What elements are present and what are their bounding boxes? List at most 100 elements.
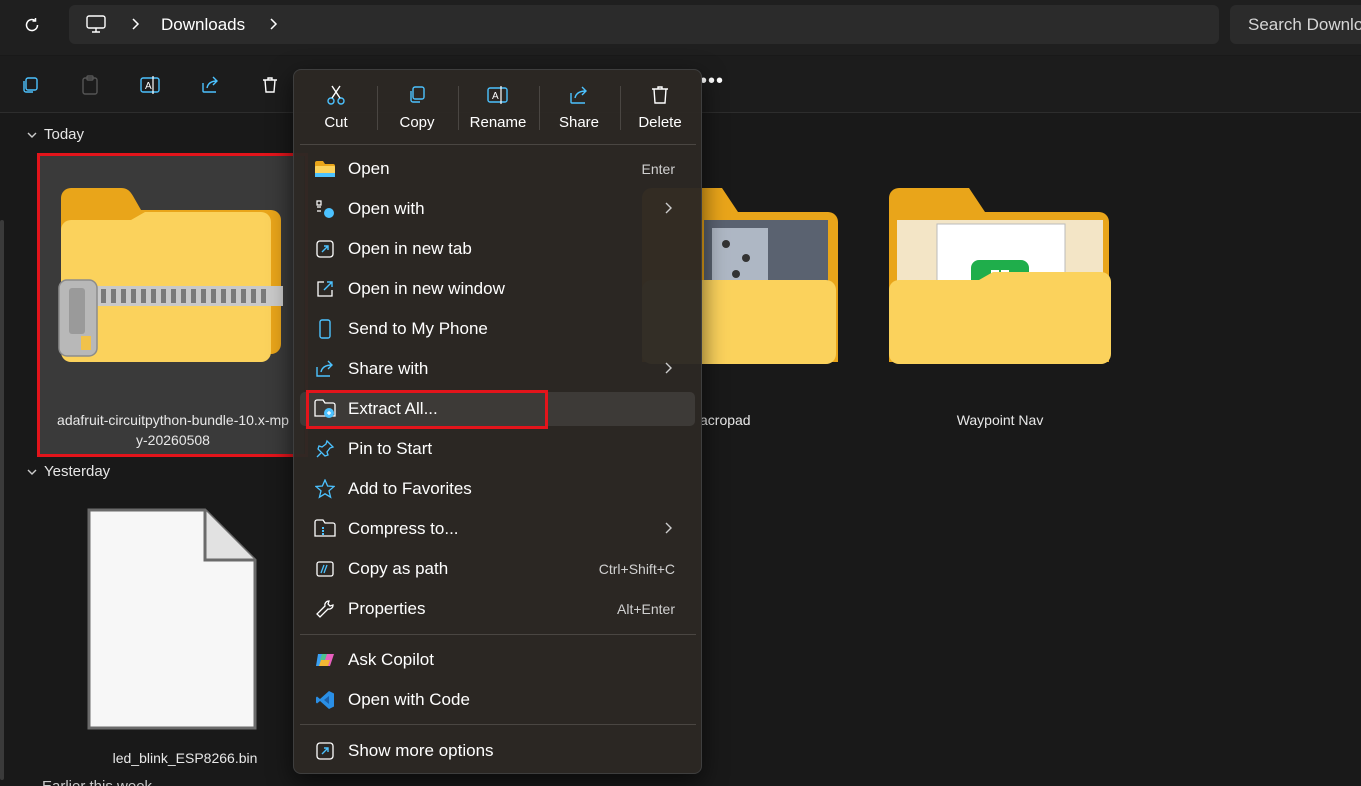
menu-item-properties[interactable]: Properties Alt+Enter bbox=[300, 592, 695, 626]
cut-label: Cut bbox=[324, 114, 348, 131]
menu-item-show-more-options[interactable]: Show more options bbox=[300, 734, 695, 768]
svg-text:A: A bbox=[145, 81, 152, 92]
trash-icon bbox=[263, 77, 277, 93]
scissors-icon bbox=[327, 85, 345, 105]
menu-item-label: Copy as path bbox=[348, 559, 449, 578]
rename-toolbar-button[interactable]: A bbox=[137, 72, 163, 98]
divider bbox=[300, 724, 696, 725]
document-icon bbox=[87, 508, 257, 730]
delete-toolbar-button[interactable] bbox=[257, 72, 283, 98]
paste-icon bbox=[82, 75, 98, 95]
address-bar[interactable]: Downloads bbox=[69, 5, 1219, 44]
star-icon bbox=[315, 479, 335, 499]
menu-item-label: Share with bbox=[348, 359, 429, 378]
pin-icon bbox=[316, 439, 335, 458]
menu-item-label: Open with bbox=[348, 199, 425, 218]
menu-item-open-new-tab[interactable]: Open in new tab bbox=[300, 232, 695, 266]
menu-item-copy-as-path[interactable]: Copy as path Ctrl+Shift+C bbox=[300, 552, 695, 586]
delete-button[interactable]: Delete bbox=[620, 80, 700, 140]
chevron-down-icon bbox=[27, 132, 37, 138]
address-bar-region: Downloads Search Downloads bbox=[0, 0, 1361, 55]
menu-item-ask-copilot[interactable]: Ask Copilot bbox=[300, 643, 695, 677]
cut-button[interactable]: Cut bbox=[296, 80, 376, 140]
menu-item-open-new-window[interactable]: Open in new window bbox=[300, 272, 695, 306]
menu-item-label: Open in new window bbox=[348, 279, 505, 298]
shortcut-label: Ctrl+Shift+C bbox=[598, 561, 675, 577]
this-pc-icon[interactable] bbox=[85, 14, 107, 39]
highlight-box bbox=[306, 390, 548, 429]
divider bbox=[300, 144, 696, 145]
folder-icon bbox=[315, 161, 335, 177]
copy-toolbar-button[interactable] bbox=[17, 72, 43, 98]
menu-item-label: Properties bbox=[348, 599, 426, 618]
rename-icon: A bbox=[140, 76, 160, 94]
wrench-icon bbox=[316, 600, 334, 618]
menu-item-label: Add to Favorites bbox=[348, 479, 472, 498]
delete-label: Delete bbox=[638, 114, 682, 131]
more-options-icon bbox=[316, 742, 334, 760]
menu-item-open[interactable]: Open Enter bbox=[300, 152, 695, 186]
copy-path-icon bbox=[316, 561, 334, 577]
refresh-button[interactable] bbox=[18, 12, 46, 38]
more-options-button[interactable]: ••• bbox=[700, 70, 724, 93]
share-label: Share bbox=[558, 114, 600, 131]
highlight-box bbox=[37, 153, 308, 457]
shortcut-label: Enter bbox=[641, 161, 675, 177]
menu-item-pin-to-start[interactable]: Pin to Start bbox=[300, 432, 695, 466]
copilot-icon bbox=[316, 654, 334, 666]
copy-icon bbox=[23, 77, 38, 93]
paste-toolbar-button[interactable] bbox=[77, 72, 103, 98]
menu-item-label: Send to My Phone bbox=[348, 319, 488, 338]
share-icon bbox=[202, 76, 218, 93]
shortcut-label: Alt+Enter bbox=[617, 601, 675, 617]
folder-name-waypoint[interactable]: Waypoint Nav bbox=[900, 410, 1100, 430]
breadcrumb-downloads[interactable]: Downloads bbox=[161, 15, 245, 35]
chevron-right-icon[interactable] bbox=[267, 16, 279, 37]
group-header-earlier[interactable]: Earlier this week bbox=[42, 778, 152, 786]
compress-icon bbox=[314, 519, 336, 537]
copy-button[interactable]: Copy bbox=[377, 80, 457, 140]
group-header-yesterday[interactable]: Yesterday bbox=[26, 463, 110, 480]
phone-icon bbox=[319, 319, 331, 339]
new-tab-icon bbox=[316, 240, 334, 258]
rename-icon: A bbox=[487, 86, 508, 104]
menu-item-compress-to[interactable]: Compress to... bbox=[300, 512, 695, 546]
chevron-right-icon[interactable] bbox=[129, 16, 141, 37]
folder-icon bbox=[889, 188, 1111, 364]
menu-item-send-to-phone[interactable]: Send to My Phone bbox=[300, 312, 695, 346]
group-label: Yesterday bbox=[44, 463, 111, 480]
menu-item-open-with[interactable]: Open with bbox=[300, 192, 695, 226]
scrollbar[interactable] bbox=[0, 220, 4, 780]
menu-item-label: Open with Code bbox=[348, 690, 470, 709]
menu-item-label: Open in new tab bbox=[348, 239, 472, 258]
share-toolbar-button[interactable] bbox=[197, 72, 223, 98]
menu-item-add-to-favorites[interactable]: Add to Favorites bbox=[300, 472, 695, 506]
rename-label: Rename bbox=[469, 114, 527, 131]
divider bbox=[300, 634, 696, 635]
trash-icon bbox=[652, 86, 668, 104]
chevron-right-icon bbox=[665, 522, 672, 534]
new-window-icon bbox=[317, 281, 333, 297]
open-with-icon bbox=[316, 200, 334, 218]
share-icon bbox=[570, 86, 587, 104]
chevron-down-icon bbox=[27, 469, 37, 475]
file-name-bin[interactable]: led_blink_ESP8266.bin bbox=[60, 748, 310, 768]
svg-text:A: A bbox=[492, 91, 499, 102]
menu-item-label: Pin to Start bbox=[348, 439, 433, 458]
copy-icon bbox=[410, 86, 425, 103]
share-button[interactable]: Share bbox=[539, 80, 619, 140]
menu-item-open-with-code[interactable]: Open with Code bbox=[300, 683, 695, 717]
group-header-today[interactable]: Today bbox=[26, 126, 84, 143]
menu-item-share-with[interactable]: Share with bbox=[300, 352, 695, 386]
menu-item-label: Compress to... bbox=[348, 519, 459, 538]
chevron-right-icon bbox=[665, 362, 672, 374]
share-icon bbox=[316, 360, 333, 377]
group-label: Today bbox=[44, 126, 85, 143]
chevron-right-icon bbox=[665, 202, 672, 214]
rename-button[interactable]: A Rename bbox=[458, 80, 538, 140]
vscode-icon bbox=[316, 691, 334, 709]
refresh-icon bbox=[25, 18, 39, 32]
folder-name-macropad[interactable]: acropad bbox=[700, 410, 800, 430]
search-input[interactable]: Search Downloads bbox=[1230, 5, 1361, 44]
menu-item-label: Open bbox=[348, 159, 390, 178]
